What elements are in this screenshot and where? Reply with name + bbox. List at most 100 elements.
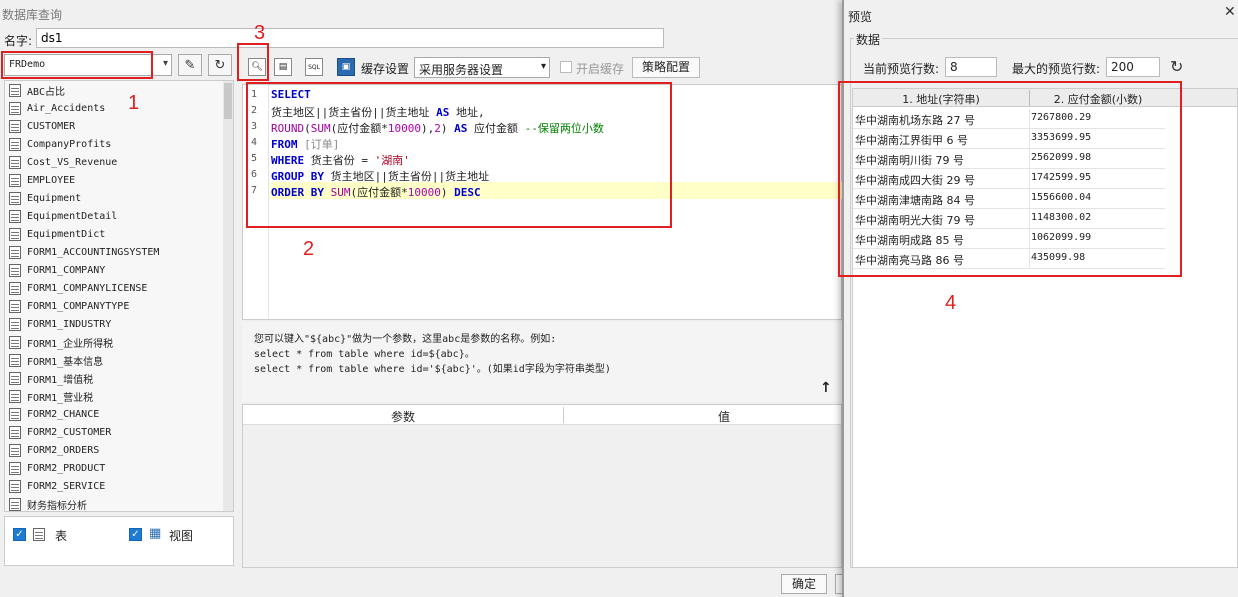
name-input[interactable]	[36, 28, 664, 48]
annotation-label-3: 3	[254, 22, 266, 44]
table-list-item[interactable]: FORM2_ORDERS	[5, 441, 233, 459]
table-list-item[interactable]: FORM2_CHANCE	[5, 405, 233, 423]
close-icon[interactable]: ✕	[1224, 4, 1236, 20]
name-label: 名字:	[4, 34, 33, 48]
max-rows-field[interactable]: 200	[1106, 57, 1160, 77]
table-list-item[interactable]: CUSTOMER	[5, 117, 233, 135]
annotation-box-1	[1, 51, 153, 79]
sql-button[interactable]: SQL	[305, 58, 323, 76]
strategy-config-button[interactable]: 策略配置	[632, 57, 700, 78]
table-list-item[interactable]: FORM2_CUSTOMER	[5, 423, 233, 441]
current-rows-field[interactable]: 8	[945, 57, 997, 77]
scrollbar-thumb[interactable]	[224, 83, 232, 119]
table-list-item[interactable]: Equipment	[5, 189, 233, 207]
table-name: FORM1_INDUSTRY	[27, 318, 112, 330]
table-icon	[9, 371, 21, 385]
enable-cache-label: 开启缓存	[576, 62, 625, 76]
table-icon	[9, 389, 21, 403]
table-list-item[interactable]: FORM1_营业税	[5, 387, 233, 405]
table-icon	[9, 479, 21, 493]
annotation-label-4: 4	[945, 292, 957, 314]
annotation-box-4	[838, 81, 1182, 277]
edit-connection-button[interactable]: ✎	[178, 54, 202, 76]
save-icon: ▤	[278, 62, 288, 72]
view-icon: ▦	[149, 526, 162, 541]
table-list-item[interactable]: FORM1_企业所得税	[5, 333, 233, 351]
show-views-checkbox[interactable]: ✓	[129, 528, 142, 541]
table-name: FORM1_COMPANYTYPE	[27, 300, 130, 312]
preview-group-label: 数据	[854, 31, 883, 48]
show-tables-label: 表	[55, 529, 68, 543]
show-views-label: 视图	[169, 529, 194, 543]
table-icon	[9, 137, 21, 151]
table-name: Equipment	[27, 192, 82, 204]
cache-mode-select[interactable]: 采用服务器设置 ▾	[414, 57, 550, 78]
table-name: FORM1_COMPANYLICENSE	[27, 282, 148, 294]
annotation-label-2: 2	[303, 238, 315, 260]
table-name: FORM1_增值税	[27, 374, 94, 386]
table-list-item[interactable]: FORM1_ACCOUNTINGSYSTEM	[5, 243, 233, 261]
table-icon	[9, 101, 21, 115]
table-icon	[9, 335, 21, 349]
annotation-box-2	[246, 82, 672, 228]
table-list-scrollbar[interactable]	[223, 81, 233, 511]
cache-settings-button[interactable]: ▣	[337, 58, 355, 76]
table-list-item[interactable]: 财务指标分析	[5, 495, 233, 511]
chevron-down-icon: ▾	[162, 58, 168, 69]
table-list-item[interactable]: FORM1_COMPANY	[5, 261, 233, 279]
edit-icon: ✎	[184, 57, 196, 73]
table-list-item[interactable]: FORM2_PRODUCT	[5, 459, 233, 477]
table-list: ABC占比 Air_Accidents CUSTOMER CompanyProfits…	[4, 80, 234, 512]
table-list-item[interactable]: FORM1_增值税	[5, 369, 233, 387]
cache-settings-label: 缓存设置	[361, 62, 410, 76]
table-name: FORM1_基本信息	[27, 356, 104, 368]
table-name: FORM1_营业税	[27, 392, 94, 404]
table-icon	[9, 245, 21, 259]
table-list-item[interactable]: CompanyProfits	[5, 135, 233, 153]
table-icon	[9, 425, 21, 439]
dialog-title: 数据库查询	[2, 8, 63, 22]
table-icon	[9, 353, 21, 367]
table-list-item[interactable]: FORM1_COMPANYTYPE	[5, 297, 233, 315]
table-name: CompanyProfits	[27, 138, 112, 150]
current-rows-label: 当前预览行数:	[863, 62, 940, 76]
cache-icon: ▣	[341, 62, 351, 72]
table-icon	[9, 209, 21, 223]
table-icon	[9, 317, 21, 331]
sql-icon: SQL	[308, 63, 320, 71]
collapse-arrow-icon[interactable]: ↑	[820, 380, 832, 396]
table-icon	[9, 191, 21, 205]
table-list-item[interactable]: EMPLOYEE	[5, 171, 233, 189]
table-list-item[interactable]: FORM2_SERVICE	[5, 477, 233, 495]
table-icon	[33, 528, 45, 541]
table-icon	[9, 497, 21, 511]
table-name: CUSTOMER	[27, 120, 76, 132]
table-name: EMPLOYEE	[27, 174, 76, 186]
show-tables-checkbox[interactable]: ✓	[13, 528, 26, 541]
hint-line-1: 您可以键入"${abc}"做为一个参数，这里abc是参数的名称。例如:	[254, 334, 557, 345]
parameter-table[interactable]: 参数 值	[242, 404, 842, 568]
table-list-item[interactable]: FORM1_INDUSTRY	[5, 315, 233, 333]
table-icon	[9, 119, 21, 133]
table-list-item[interactable]: ABC占比	[5, 81, 233, 99]
table-icon	[9, 281, 21, 295]
table-list-item[interactable]: EquipmentDetail	[5, 207, 233, 225]
table-list-item[interactable]: FORM1_基本信息	[5, 351, 233, 369]
parameter-table-header: 参数 值	[243, 405, 841, 425]
hint-line-3: select * from table where id='${abc}'。(如…	[254, 364, 611, 375]
enable-cache-checkbox[interactable]	[560, 61, 572, 73]
refresh-icon[interactable]: ↻	[1170, 57, 1183, 76]
table-name: FORM1_ACCOUNTINGSYSTEM	[27, 246, 160, 258]
hint-line-2: select * from table where id=${abc}。	[254, 349, 475, 360]
refresh-tables-button[interactable]: ↻	[208, 54, 232, 76]
table-list-item[interactable]: EquipmentDict	[5, 225, 233, 243]
ok-button[interactable]: 确定	[781, 574, 827, 594]
save-button[interactable]: ▤	[274, 58, 292, 76]
table-name: FORM2_ORDERS	[27, 444, 100, 456]
table-name: EquipmentDetail	[27, 210, 118, 222]
column-header-value: 值	[717, 410, 730, 424]
table-list-item[interactable]: Cost_VS_Revenue	[5, 153, 233, 171]
table-list-item[interactable]: FORM1_COMPANYLICENSE	[5, 279, 233, 297]
preview-title: 预览	[848, 10, 873, 24]
table-list-item[interactable]: Air_Accidents	[5, 99, 233, 117]
